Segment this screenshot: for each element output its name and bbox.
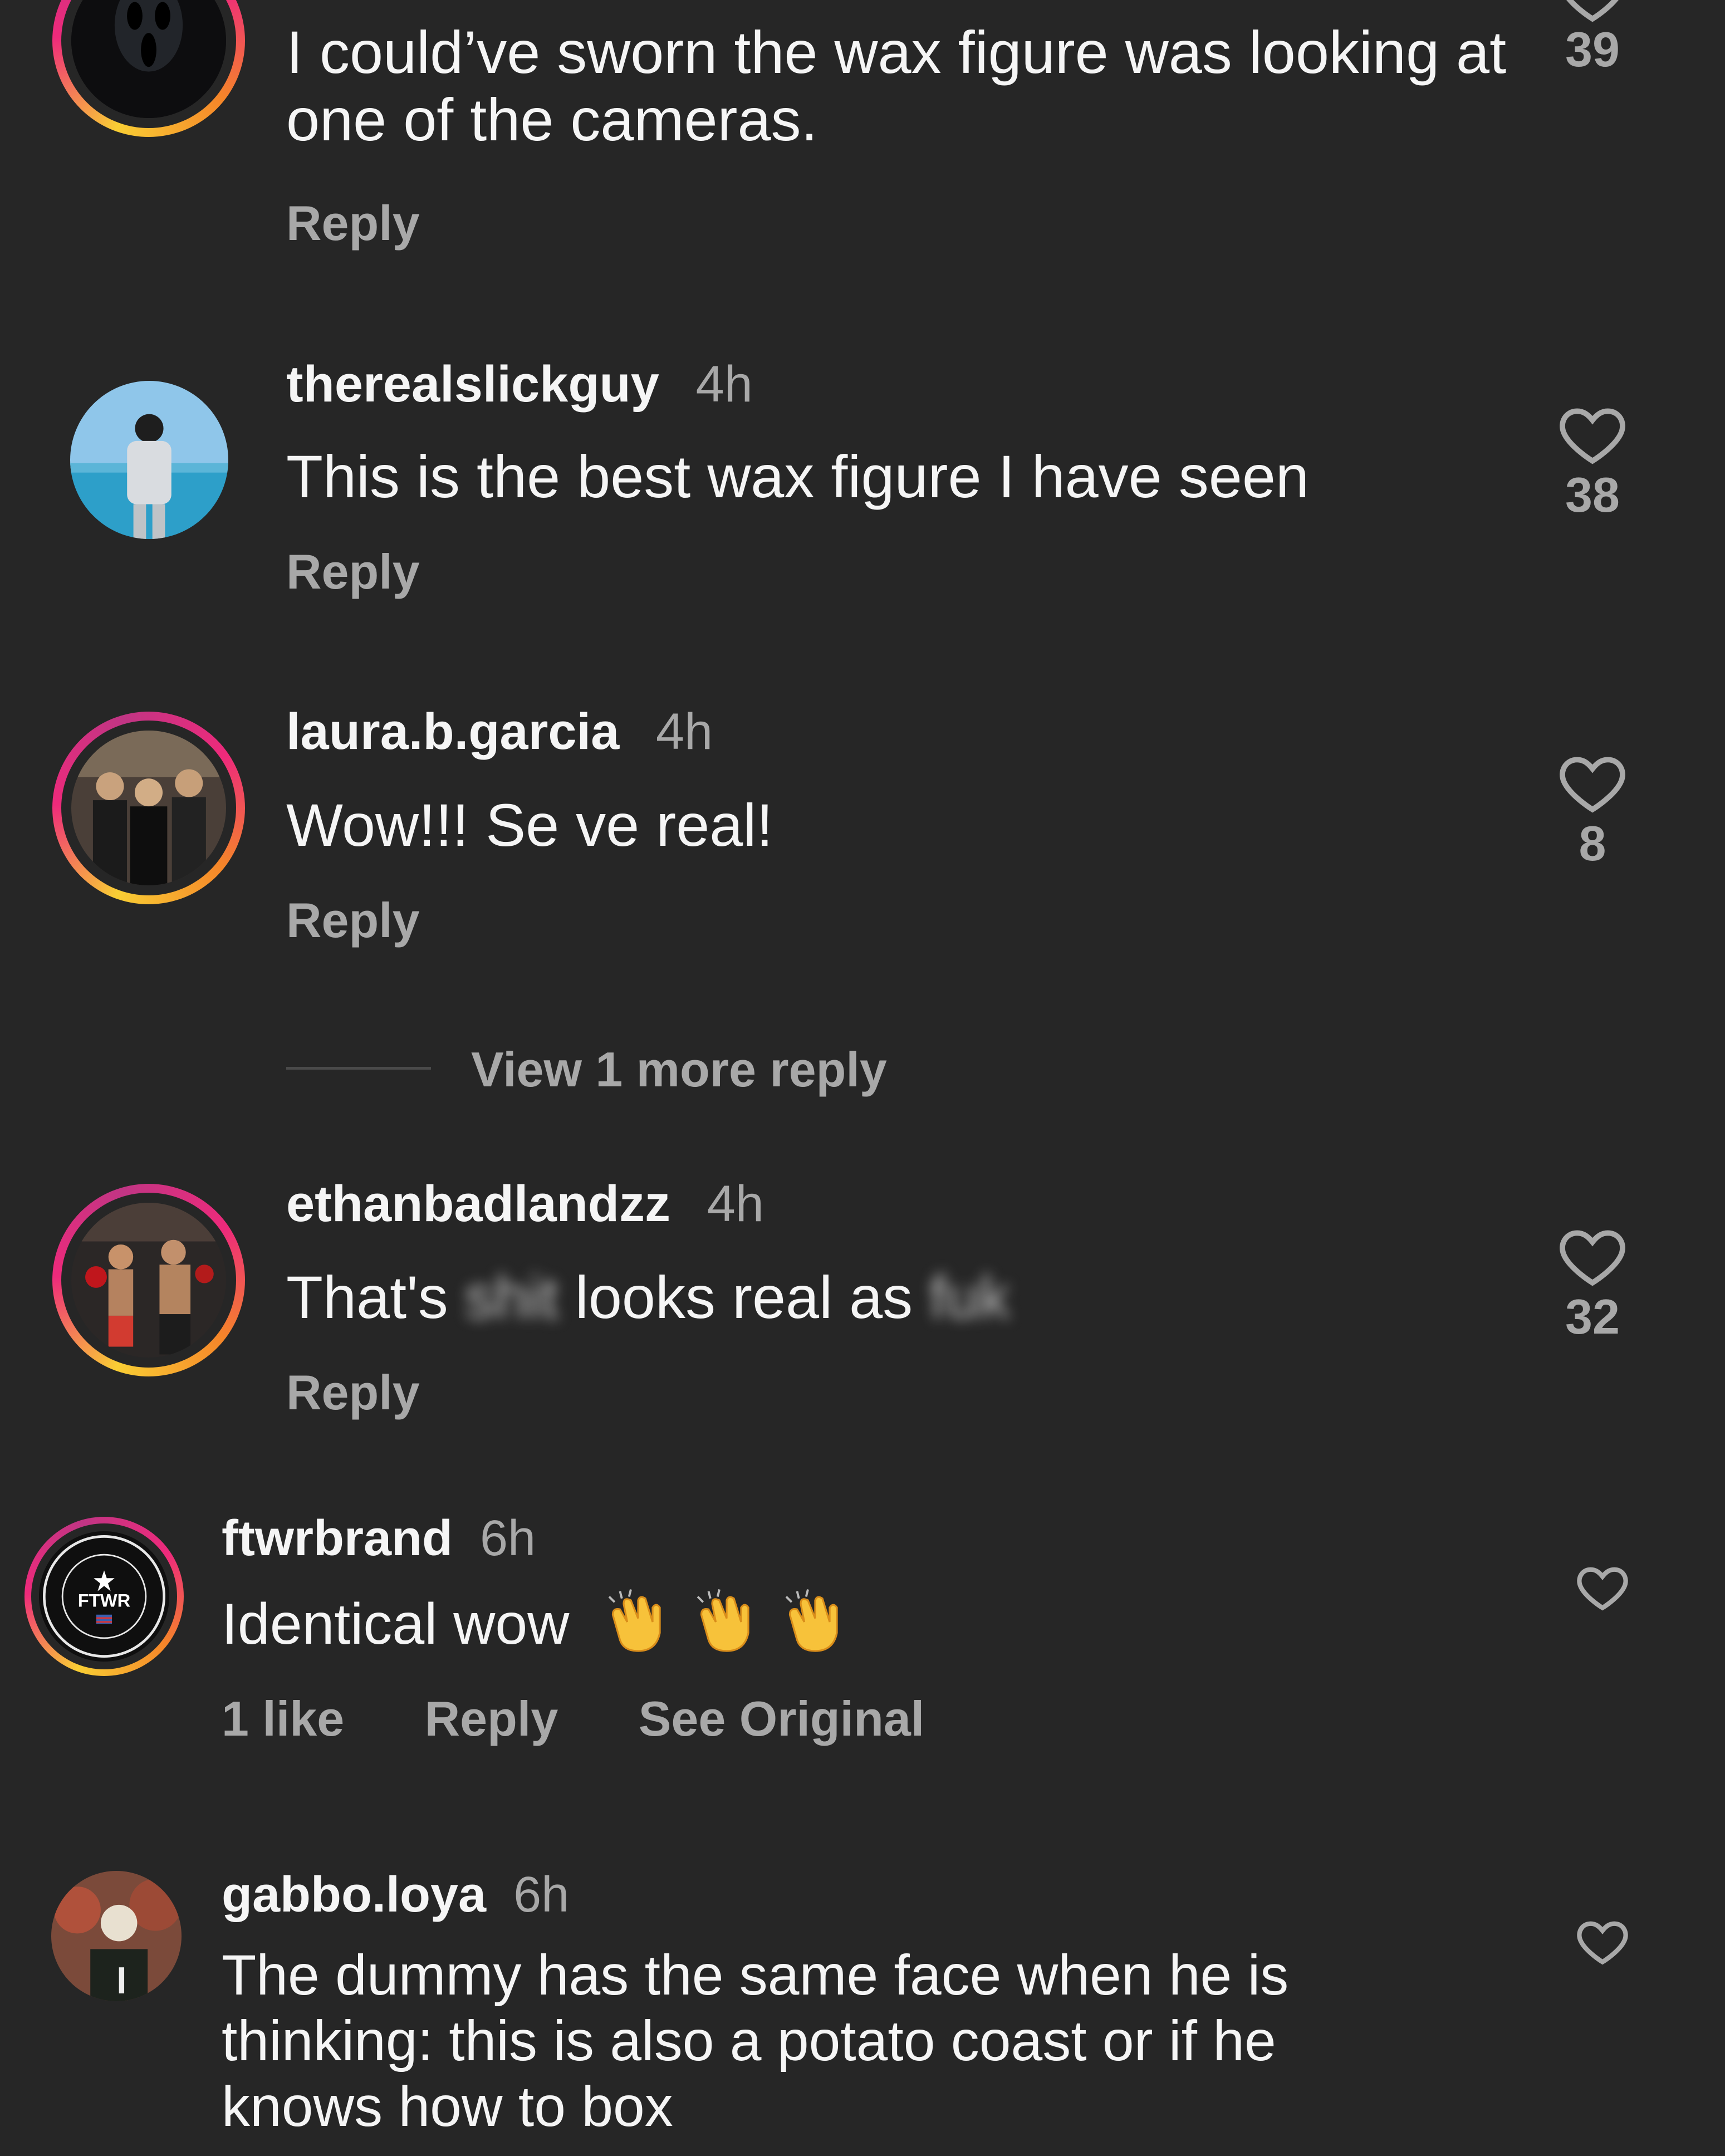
comment-text: That's shit looks real as fuk [286,1263,1010,1331]
like-count: 32 [1565,1289,1620,1344]
username[interactable]: gabbo.loya [222,1867,486,1923]
timestamp: 4h [695,356,753,413]
reply-button[interactable]: Reply [286,195,420,252]
username[interactable]: laura.b.garcia [286,703,619,760]
comment-text: Wow!!! Se ve real! [286,791,773,859]
username[interactable]: ethanbadlandzz [286,1175,670,1232]
clapping-hands-emoji [602,1586,674,1671]
comment-text: This is the best wax figure I have seen [286,443,1309,510]
avatar[interactable] [70,381,228,539]
comment-header: laura.b.garcia 4h [286,703,713,761]
like-button[interactable]: 38 [1542,398,1643,523]
group-photo-avatar [71,731,226,885]
see-original-button[interactable]: See Original [639,1691,925,1746]
view-more-replies-button[interactable]: View 1 more reply [471,1041,887,1098]
comment-text-line: knows how to box [222,2075,673,2138]
censored-word: fuk [929,1263,1010,1331]
text-segment: looks real as [575,1263,913,1331]
timestamp: 6h [480,1511,536,1566]
avatar[interactable] [71,1203,226,1358]
like-button[interactable] [1564,1559,1641,1615]
avatar[interactable] [71,731,226,885]
comment-header: ethanbadlandzz 4h [286,1175,764,1233]
comment-header: ftwrbrand 6h [222,1510,536,1567]
autumn-photo-avatar [51,1871,182,2001]
timestamp: 4h [707,1175,764,1232]
heart-outline-icon [1560,408,1625,464]
reply-button[interactable]: Reply [286,892,420,949]
like-button[interactable]: 39 [1542,0,1643,78]
censored-word: shit [464,1263,558,1331]
heart-outline-icon [1560,1230,1625,1286]
beach-photo-avatar [70,381,228,539]
like-button[interactable]: 32 [1542,1219,1643,1345]
reply-button[interactable]: Reply [425,1691,558,1746]
like-button[interactable]: 8 [1542,746,1643,872]
reply-button[interactable]: Reply [286,543,420,600]
like-button[interactable] [1564,1913,1641,1969]
comment-text: I could’ve sworn the wax figure was look… [286,18,1507,153]
reply-button[interactable]: Reply [286,1364,420,1421]
heart-outline-icon [1577,1567,1628,1611]
comment-text: Identical wow [222,1586,851,1671]
ftwr-logo-avatar: FTWR [39,1531,169,1662]
username[interactable]: therealslickguy [286,356,659,413]
like-count: 39 [1565,22,1620,77]
comment-actions: 1 like Reply See Original [222,1690,924,1747]
username[interactable]: ftwrbrand [222,1511,453,1566]
like-count: 8 [1579,816,1606,871]
comment-text: The dummy has the same face when he is t… [222,1942,1288,2139]
comment-text-line: thinking: this is also a potato coast or… [222,2009,1276,2072]
comment-text-line: The dummy has the same face when he is [222,1943,1289,2007]
comment-header: gabbo.loya 6h [222,1866,569,1924]
avatar-logo-text: FTWR [78,1590,131,1611]
timestamp: 6h [513,1867,570,1923]
clapping-hands-emoji [779,1586,851,1671]
like-count: 38 [1565,467,1620,522]
avatar[interactable]: FTWR [39,1531,169,1662]
clapping-hands-emoji [690,1586,763,1671]
heart-outline-icon [1560,757,1625,813]
view-replies-divider [286,1067,431,1070]
like-count-link[interactable]: 1 like [222,1691,344,1746]
heart-outline-icon [1577,1921,1628,1965]
text-segment: That's [286,1263,448,1331]
timestamp: 4h [655,703,713,760]
comment-header: therealslickguy 4h [286,355,753,414]
text-segment: Identical wow [222,1592,570,1657]
avatar[interactable] [51,1871,182,2001]
boxing-photo-avatar [71,1203,226,1358]
